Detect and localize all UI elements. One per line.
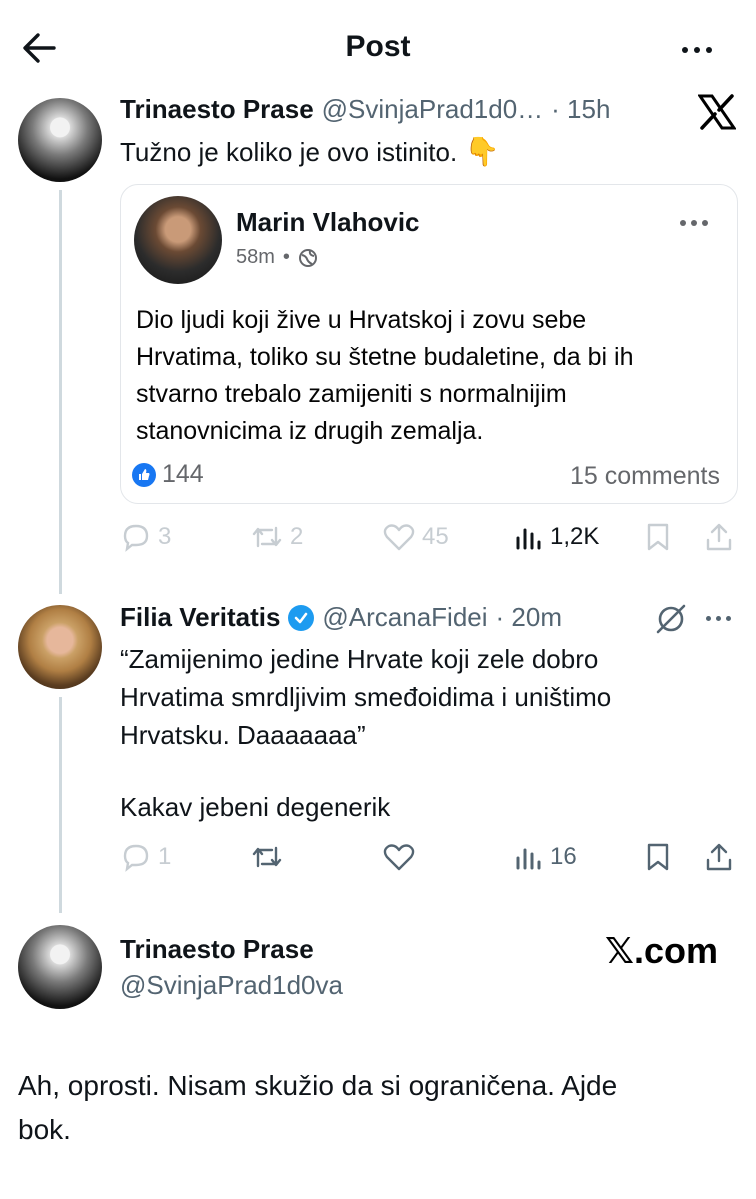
reply-icon xyxy=(123,844,149,872)
embed-likes: 144 xyxy=(132,460,204,489)
share-icon xyxy=(706,843,732,871)
post-text-2: Kakav jebeni degenerik xyxy=(120,792,391,822)
like-button[interactable] xyxy=(382,842,416,872)
post-text: Tužno je koliko je ovo istinito. 👇 xyxy=(120,136,500,167)
x-com-brand: 𝕏.com xyxy=(604,930,718,971)
bookmark-icon xyxy=(647,523,669,551)
thread-line xyxy=(59,190,62,594)
repost-button[interactable]: 2 xyxy=(250,522,303,552)
grok-icon[interactable] xyxy=(654,602,688,636)
share-icon xyxy=(706,523,732,551)
embed-author: Marin Vlahovic xyxy=(236,207,420,237)
embed-avatar xyxy=(134,196,222,284)
reply-button[interactable]: 1 xyxy=(120,842,171,872)
thread-line xyxy=(59,697,62,913)
repost-button[interactable] xyxy=(250,842,284,872)
bookmark-button[interactable] xyxy=(644,522,672,552)
pointing-down-emoji: 👇 xyxy=(464,136,500,167)
reply-button[interactable]: 3 xyxy=(120,522,171,552)
more-options-button[interactable] xyxy=(682,42,722,58)
analytics-icon xyxy=(516,848,541,870)
post-text: Ah, oprosti. Nisam skužio da si ograniče… xyxy=(18,1070,618,1145)
globe-icon xyxy=(298,248,317,267)
author-handle[interactable]: @ArcanaFidei xyxy=(322,602,487,633)
avatar[interactable] xyxy=(18,605,102,689)
embed-time: 58m xyxy=(236,246,275,268)
embed-more-icon xyxy=(680,220,708,226)
avatar[interactable] xyxy=(18,925,102,1009)
post-time: · 15h xyxy=(551,94,611,124)
post-text: “Zamijenimo jedine Hrvate koji zele dobr… xyxy=(120,644,612,750)
post-header: Filia Veritatis @ArcanaFidei · 20m xyxy=(120,602,562,633)
analytics-icon xyxy=(516,528,541,550)
embed-meta: 58m • xyxy=(236,246,318,269)
post-time: · 20m xyxy=(495,602,563,632)
page-title: Post xyxy=(345,30,411,63)
repost-icon xyxy=(252,526,282,548)
bookmark-button[interactable] xyxy=(644,842,672,872)
avatar[interactable] xyxy=(18,98,102,182)
share-button[interactable] xyxy=(704,522,734,552)
like-thumb-icon xyxy=(132,462,156,487)
post-more-icon[interactable] xyxy=(706,616,731,621)
like-button[interactable]: 45 xyxy=(382,522,449,552)
verified-badge-icon xyxy=(288,604,315,631)
repost-icon xyxy=(252,846,282,868)
x-logo-icon xyxy=(697,94,737,130)
author-name[interactable]: Trinaesto Prase xyxy=(120,94,314,125)
author-handle[interactable]: @SvinjaPrad1d0… xyxy=(322,94,544,125)
views-button[interactable]: 1,2K xyxy=(514,522,599,552)
reply-icon xyxy=(123,524,149,552)
heart-icon xyxy=(383,524,415,551)
heart-icon xyxy=(383,844,415,871)
author-name[interactable]: Trinaesto Prase xyxy=(120,934,314,965)
embed-comments: 15 comments xyxy=(569,462,720,490)
embed-text: Dio ljudi koji žive u Hrvatskoj i zovu s… xyxy=(136,306,634,445)
author-name[interactable]: Filia Veritatis xyxy=(120,602,280,633)
views-button[interactable]: 16 xyxy=(514,842,577,872)
post-header: Trinaesto Prase @SvinjaPrad1d0… · 15h xyxy=(120,94,610,125)
share-button[interactable] xyxy=(704,842,734,872)
author-handle[interactable]: @SvinjaPrad1d0va xyxy=(120,970,343,1001)
bookmark-icon xyxy=(647,843,669,871)
